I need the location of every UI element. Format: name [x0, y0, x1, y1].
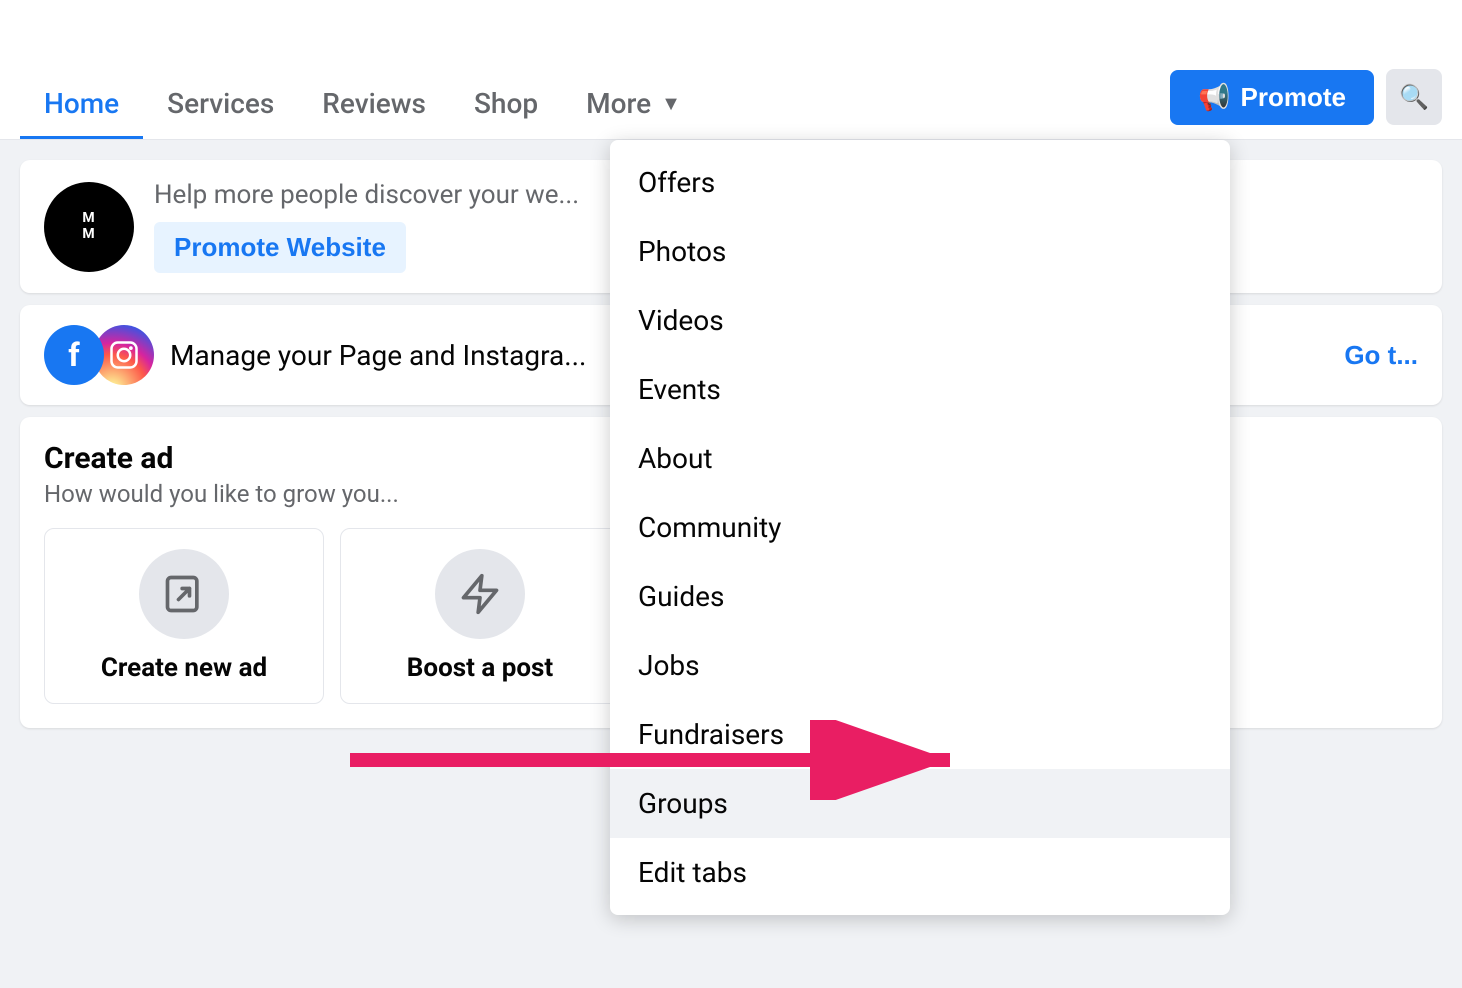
dropdown-item-groups[interactable]: Groups — [610, 769, 1230, 838]
nav-right: 📢 Promote 🔍 — [1170, 69, 1442, 139]
manage-page-text: Manage your Page and Instagra... — [170, 339, 586, 372]
dropdown-item-fundraisers[interactable]: Fundraisers — [610, 700, 1230, 769]
promote-button[interactable]: 📢 Promote — [1170, 70, 1374, 125]
dropdown-item-photos[interactable]: Photos — [610, 217, 1230, 286]
go-to-button[interactable]: Go t... — [1344, 340, 1418, 371]
avatar: MM — [44, 182, 134, 272]
nav-tab-reviews[interactable]: Reviews — [298, 87, 450, 139]
create-new-ad-card[interactable]: Create new ad — [44, 528, 324, 704]
megaphone-icon: 📢 — [1198, 82, 1230, 113]
chevron-down-icon: ▼ — [661, 91, 681, 116]
nav-tab-services[interactable]: Services — [143, 87, 298, 139]
dropdown-item-edit-tabs[interactable]: Edit tabs — [610, 838, 1230, 907]
dropdown-item-about[interactable]: About — [610, 424, 1230, 493]
boost-icon — [435, 549, 525, 639]
more-dropdown-menu: Offers Photos Videos Events About Commun… — [610, 140, 1230, 915]
dropdown-item-events[interactable]: Events — [610, 355, 1230, 424]
dropdown-item-videos[interactable]: Videos — [610, 286, 1230, 355]
dropdown-item-guides[interactable]: Guides — [610, 562, 1230, 631]
avatar-initials: MM — [82, 211, 95, 242]
dropdown-item-jobs[interactable]: Jobs — [610, 631, 1230, 700]
promote-website-button[interactable]: Promote Website — [154, 222, 406, 273]
nav-tab-shop[interactable]: Shop — [450, 87, 562, 139]
search-icon: 🔍 — [1399, 83, 1429, 112]
nav-tab-more[interactable]: More ▼ — [562, 87, 705, 139]
dropdown-item-community[interactable]: Community — [610, 493, 1230, 562]
boost-post-label: Boost a post — [407, 653, 553, 683]
facebook-icon: f — [44, 325, 104, 385]
nav-tab-home[interactable]: Home — [20, 87, 143, 139]
nav-tabs: Home Services Reviews Shop More ▼ — [20, 87, 1170, 139]
create-ad-icon — [139, 549, 229, 639]
dropdown-item-offers[interactable]: Offers — [610, 148, 1230, 217]
social-icons: f — [44, 325, 154, 385]
create-new-ad-label: Create new ad — [101, 653, 267, 683]
top-nav: Home Services Reviews Shop More ▼ 📢 Prom… — [0, 0, 1462, 140]
boost-post-card[interactable]: Boost a post — [340, 528, 620, 704]
search-button[interactable]: 🔍 — [1386, 69, 1442, 125]
